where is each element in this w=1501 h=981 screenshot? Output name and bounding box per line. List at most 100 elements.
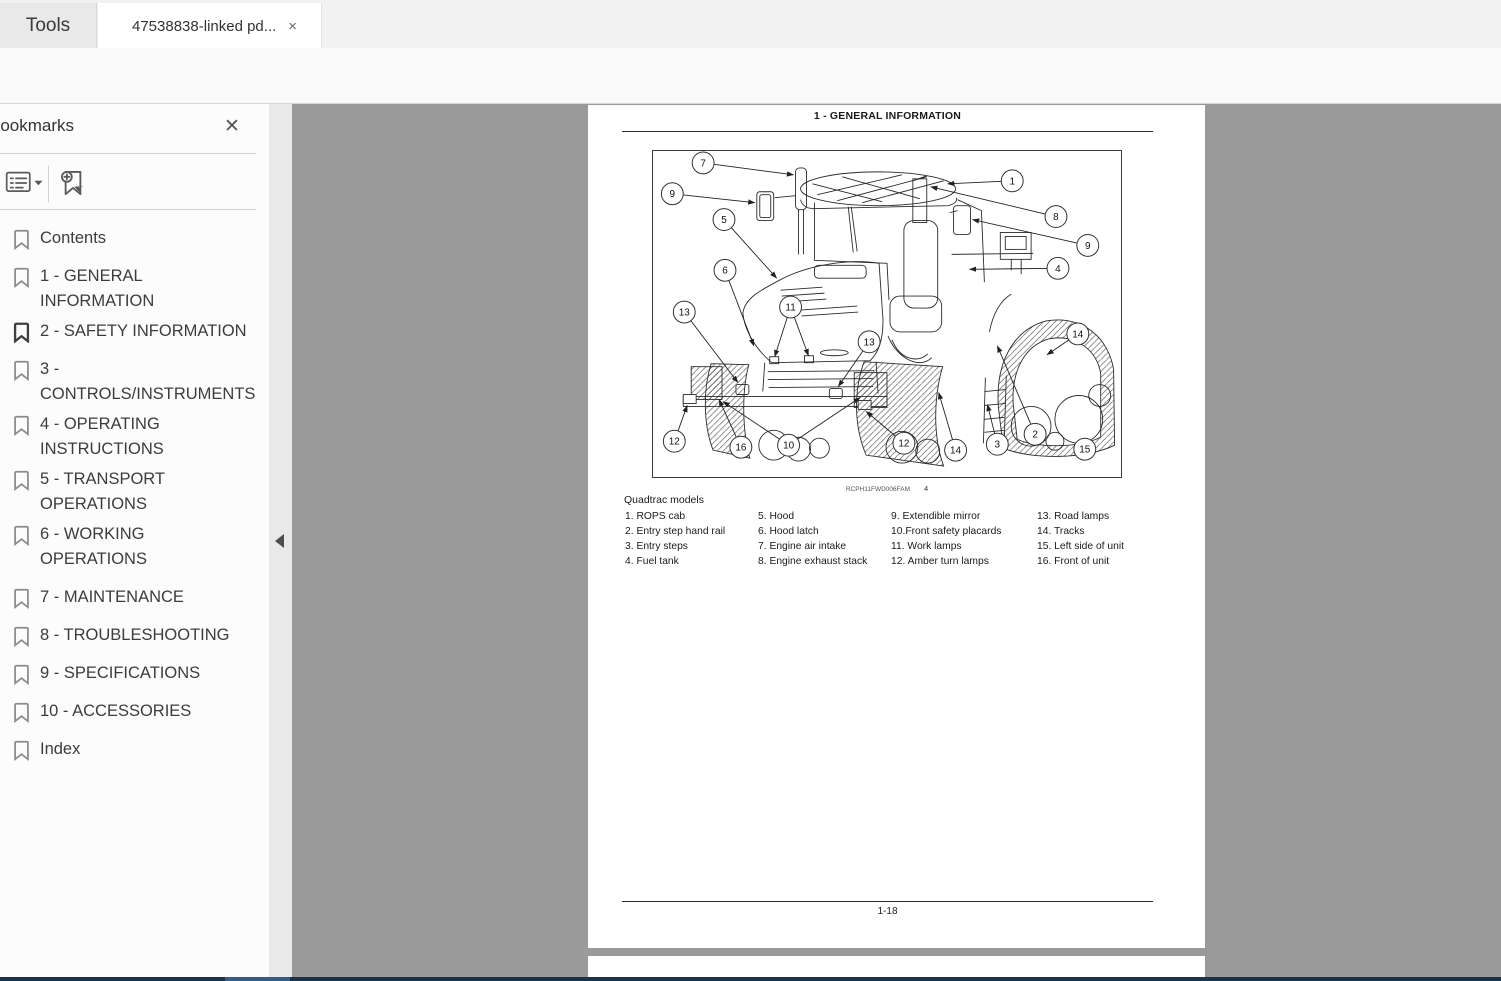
- legend-item: 15. Left side of unit: [1037, 541, 1125, 552]
- bookmarks-options-icon[interactable]: [4, 168, 44, 198]
- legend-item: 16. Front of unit: [1037, 556, 1110, 567]
- callout-number: 13: [864, 337, 876, 348]
- bookmark-item[interactable]: 5 - TRANSPORT OPERATIONS: [0, 467, 269, 517]
- legend-item: 13. Road lamps: [1037, 511, 1110, 522]
- bookmark-icon: [14, 415, 29, 436]
- bookmark-item[interactable]: 8 - TROUBLESHOOTING: [0, 623, 269, 648]
- bookmark-icon: [14, 664, 29, 685]
- legend-item: 1. ROPS cab: [625, 511, 686, 522]
- bookmark-icon: [14, 525, 29, 546]
- divider: [0, 209, 256, 210]
- callout-leader-line: [937, 392, 953, 440]
- callout-leader-line: [730, 227, 778, 279]
- bookmark-item[interactable]: 10 - ACCESSORIES: [0, 699, 269, 724]
- callout-leader-line: [683, 194, 756, 205]
- figure-code-page: 4: [924, 484, 929, 493]
- bookmark-label: Contents: [40, 229, 107, 247]
- bookmark-item[interactable]: 1 - GENERAL INFORMATION: [0, 264, 269, 314]
- callout-number: 14: [950, 446, 962, 457]
- legend-item: 11. Work lamps: [891, 541, 962, 552]
- legend-item: 4. Fuel tank: [625, 556, 679, 567]
- bookmarks-close-icon[interactable]: ✕: [224, 115, 240, 138]
- bookmark-label: 4 - OPERATING INSTRUCTIONS: [40, 415, 164, 458]
- figure-reference-code: RCPH11FWD006FAM 4: [652, 484, 1122, 493]
- callout-number: 2: [1032, 430, 1038, 441]
- legend-item: 14. Tracks: [1037, 526, 1085, 537]
- legend-item: 8. Engine exhaust stack: [758, 556, 868, 567]
- bookmark-label: 5 - TRANSPORT OPERATIONS: [40, 470, 165, 513]
- legend-item: 12. Amber turn lamps: [891, 556, 989, 567]
- callout-leader-line: [713, 163, 795, 177]
- callout-number: 5: [721, 215, 727, 226]
- callout-number: 1: [1009, 176, 1015, 187]
- callout-number: 11: [785, 303, 796, 314]
- bookmark-icon: [14, 588, 29, 609]
- app-window: Tools 47538838-linked pd... × 28 / 478: [0, 0, 1501, 981]
- legend-column: 1. ROPS cab 2. Entry step hand rail 3. Ent…: [625, 509, 725, 569]
- callout-number: 9: [1085, 241, 1091, 252]
- tab-tools[interactable]: Tools: [0, 3, 97, 48]
- bookmark-icon: [14, 229, 29, 250]
- bookmark-item[interactable]: 6 - WORKING OPERATIONS: [0, 522, 269, 572]
- bookmarks-list: Contents 1 - GENERAL INFORMATION 2 - SAFET…: [0, 218, 269, 775]
- divider: [0, 153, 256, 154]
- bookmark-item[interactable]: 4 - OPERATING INSTRUCTIONS: [0, 412, 269, 462]
- bookmark-item[interactable]: 7 - MAINTENANCE: [0, 585, 269, 610]
- callout-leader-line: [793, 317, 809, 357]
- tab-document[interactable]: 47538838-linked pd... ×: [98, 3, 322, 49]
- tab-bar: Tools 47538838-linked pd... ×: [0, 0, 1501, 49]
- os-taskbar-highlight: [225, 977, 290, 981]
- bookmark-item[interactable]: 3 - CONTROLS/INSTRUMENTS: [0, 357, 269, 407]
- callout-number: 14: [1072, 329, 1084, 340]
- bookmark-label: 3 - CONTROLS/INSTRUMENTS: [40, 360, 256, 403]
- callout-number: 15: [1079, 445, 1091, 456]
- collapse-panel-icon[interactable]: [275, 534, 284, 548]
- callout-number: 7: [700, 158, 706, 169]
- legend-item: 6. Hood latch: [758, 526, 819, 537]
- next-pdf-page-edge: [588, 956, 1205, 977]
- page-section-header: 1 - GENERAL INFORMATION: [813, 110, 962, 122]
- panel-edge-strip: [269, 104, 292, 981]
- bookmark-icon: [14, 360, 29, 381]
- callout-leader-line: [969, 266, 1048, 272]
- bookmarks-panel-title: Bookmarks: [0, 116, 75, 135]
- bookmark-label: 8 - TROUBLESHOOTING: [40, 626, 230, 644]
- callout-number: 16: [735, 443, 747, 454]
- callout-leader-line: [947, 180, 1002, 187]
- tab-close-icon[interactable]: ×: [288, 19, 297, 34]
- bookmark-icon: [14, 470, 29, 491]
- bookmarks-toolbar: [0, 160, 256, 208]
- callout-number: 12: [669, 437, 681, 448]
- bookmark-item[interactable]: Contents: [0, 226, 269, 251]
- find-current-bookmark-icon[interactable]: [58, 167, 88, 199]
- legend-item: 3. Entry steps: [625, 541, 688, 552]
- legend-column: 9. Extendible mirror 10.Front safety plac…: [891, 509, 1001, 569]
- main-toolbar: 28 / 478 54.5%: [0, 48, 1501, 142]
- tractor-figure: 7 9 1 8 9 5 6 4 11 13 13 14 12 16 10 12 14 3 2 15: [652, 150, 1122, 478]
- footer-rule: [622, 901, 1153, 902]
- bookmark-icon: [14, 702, 29, 723]
- legend-item: 2. Entry step hand rail: [625, 526, 726, 537]
- os-taskbar-edge: [0, 977, 1501, 981]
- bookmark-label: Index: [40, 740, 81, 758]
- legend-column: 13. Road lamps 14. Tracks 15. Left side of…: [1037, 509, 1124, 569]
- callout-number: 4: [1055, 264, 1061, 275]
- tab-tools-label: Tools: [25, 14, 71, 36]
- header-rule: [622, 131, 1153, 132]
- pdf-page: 1 - GENERAL INFORMATION 7 9 1 8 9 5 6 4 …: [588, 105, 1205, 948]
- bookmark-item[interactable]: 9 - SPECIFICATIONS: [0, 661, 269, 686]
- callout-number: 10: [783, 441, 795, 452]
- figure-code-text: RCPH11FWD006FAM: [845, 486, 910, 493]
- bookmarks-panel: Bookmarks ✕ Contents1: [0, 104, 269, 981]
- document-area[interactable]: 1 - GENERAL INFORMATION 7 9 1 8 9 5 6 4 …: [292, 104, 1501, 981]
- bookmark-icon: [14, 267, 29, 288]
- callout-number: 9: [670, 189, 676, 200]
- callout-leader-line: [930, 185, 1046, 215]
- divider: [48, 166, 49, 202]
- callout-number: 13: [679, 307, 691, 318]
- callout-number: 12: [898, 439, 910, 450]
- callout-number: 8: [1053, 212, 1059, 223]
- legend-item: 5. Hood: [758, 511, 795, 522]
- bookmark-item[interactable]: Index: [0, 737, 269, 762]
- bookmark-item[interactable]: 2 - SAFETY INFORMATION: [0, 319, 269, 344]
